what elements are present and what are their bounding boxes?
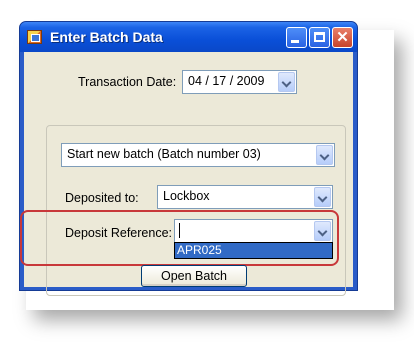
minimize-button[interactable] xyxy=(286,27,307,48)
enter-batch-data-window: Enter Batch Data ✕ Transaction Date: 04 … xyxy=(19,21,358,296)
batch-value: Start new batch (Batch number 03) xyxy=(67,147,261,161)
chevron-down-icon[interactable] xyxy=(278,72,295,92)
minimize-icon xyxy=(291,40,299,43)
close-button[interactable]: ✕ xyxy=(332,27,353,48)
open-batch-button[interactable]: Open Batch xyxy=(141,265,247,287)
transaction-date-label: Transaction Date: xyxy=(78,75,177,89)
app-icon xyxy=(27,30,42,44)
text-caret xyxy=(179,223,180,238)
deposited-to-value: Lockbox xyxy=(163,189,210,203)
batch-select[interactable]: Start new batch (Batch number 03) xyxy=(61,143,335,167)
chevron-down-icon[interactable] xyxy=(314,221,331,241)
chevron-down-icon[interactable] xyxy=(314,187,331,207)
dialog-body: Transaction Date: 04 / 17 / 2009 Start n… xyxy=(20,52,353,296)
transaction-date-picker[interactable]: 04 / 17 / 2009 xyxy=(182,70,297,94)
transaction-date-value: 04 / 17 / 2009 xyxy=(188,74,265,88)
deposit-reference-label: Deposit Reference: xyxy=(65,226,173,240)
close-icon: ✕ xyxy=(336,29,349,46)
window-title: Enter Batch Data xyxy=(50,29,163,45)
title-bar[interactable]: Enter Batch Data ✕ xyxy=(20,22,357,52)
maximize-icon xyxy=(314,32,325,42)
deposited-to-label: Deposited to: xyxy=(65,191,139,205)
deposited-to-select[interactable]: Lockbox xyxy=(157,185,333,209)
deposit-reference-option[interactable]: APR025 xyxy=(174,242,333,259)
deposit-reference-combo[interactable] xyxy=(174,219,333,243)
chevron-down-icon[interactable] xyxy=(316,145,333,165)
maximize-button[interactable] xyxy=(309,27,330,48)
